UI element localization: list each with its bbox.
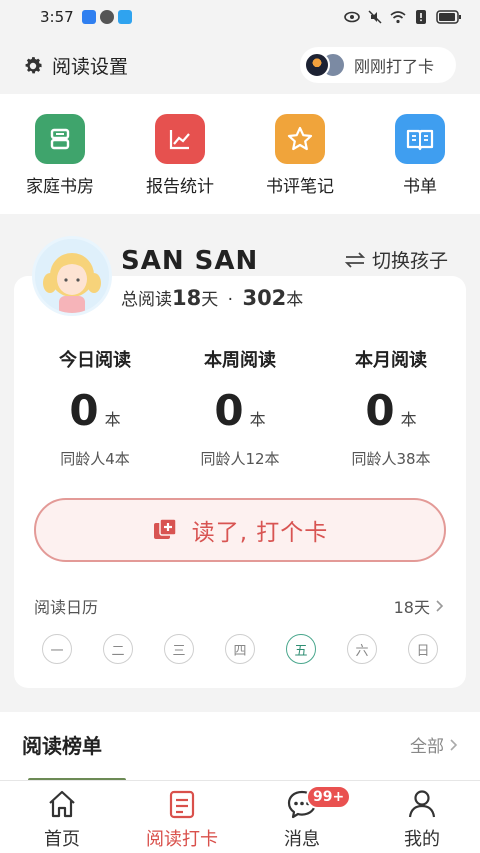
tab-reading-checkin[interactable]: 阅读打卡 <box>122 787 242 851</box>
quick-action-label: 书单 <box>403 177 437 197</box>
tab-label: 消息 <box>284 829 320 850</box>
alert-icon <box>416 10 426 24</box>
checkin-avatars <box>304 50 348 80</box>
stat-label: 本周阅读 <box>204 350 276 371</box>
battery-icon <box>436 10 461 24</box>
switch-child-button[interactable]: 切换孩子 <box>344 246 448 273</box>
calendar-day-tue[interactable]: 二 <box>103 634 133 664</box>
tab-label: 我的 <box>404 829 440 850</box>
profile-icon <box>408 790 436 818</box>
notification-icons <box>81 10 132 24</box>
quick-action-label: 书评笔记 <box>266 177 334 197</box>
calendar-week: 一 二 三 四 五 六 日 <box>42 634 438 664</box>
calendar-day-mon[interactable]: 一 <box>42 634 72 664</box>
eye-icon <box>344 11 360 23</box>
calendar-day-wed[interactable]: 三 <box>164 634 194 664</box>
open-book-icon <box>395 114 445 164</box>
stat-today: 今日阅读 0本 同龄人4本 <box>20 346 170 469</box>
stat-label: 本月阅读 <box>355 350 427 371</box>
status-bar: 3:57 <box>0 0 480 34</box>
quick-actions: 家庭书房 报告统计 书评笔记 书单 <box>0 94 480 214</box>
stat-unit: 本 <box>400 410 417 429</box>
reading-stats-card: 今日阅读 0本 同龄人4本 本周阅读 0本 同龄人12本 本月阅读 0本 同龄人… <box>14 276 466 688</box>
stat-unit: 本 <box>104 410 121 429</box>
stat-peer: 同龄人12本 <box>200 450 280 468</box>
stat-peer: 同龄人38本 <box>351 450 431 468</box>
quick-action-family-library[interactable]: 家庭书房 <box>10 114 110 197</box>
stat-value: 0 <box>214 386 244 435</box>
browser-notification-icon <box>117 10 132 24</box>
tab-home[interactable]: 首页 <box>2 787 122 851</box>
gear-icon <box>25 56 42 73</box>
total-days: 18 <box>172 286 202 310</box>
tab-label: 首页 <box>44 829 80 850</box>
app-notification-icon <box>81 10 96 24</box>
child-name: SAN SAN <box>121 246 259 276</box>
stat-value: 0 <box>69 386 99 435</box>
stat-month: 本月阅读 0本 同龄人38本 <box>316 346 466 469</box>
quick-action-report[interactable]: 报告统计 <box>130 114 230 197</box>
stat-peer: 同龄人4本 <box>60 450 130 468</box>
stat-unit: 本 <box>249 410 266 429</box>
quick-action-label: 报告统计 <box>146 177 214 197</box>
chart-icon <box>155 114 205 164</box>
status-time: 3:57 <box>40 8 74 26</box>
books-unit: 本 <box>286 290 304 310</box>
chevron-right-icon <box>436 600 444 612</box>
quick-action-review-notes[interactable]: 书评笔记 <box>250 114 350 197</box>
switch-child-label: 切换孩子 <box>371 250 448 272</box>
reading-checkin-icon <box>169 790 195 819</box>
chevron-right-icon <box>450 738 458 751</box>
total-books: 302 <box>242 286 287 310</box>
separator: · <box>227 290 234 310</box>
stat-value: 0 <box>365 386 395 435</box>
wifi-icon <box>390 11 406 24</box>
avatar <box>304 52 330 78</box>
calendar-day-sun[interactable]: 日 <box>408 634 438 664</box>
stat-label: 今日阅读 <box>59 350 131 371</box>
star-icon <box>275 114 325 164</box>
reading-settings-button[interactable]: 阅读设置 <box>22 52 128 79</box>
recent-checkin-text: 刚刚打了卡 <box>354 57 435 76</box>
tab-label: 阅读打卡 <box>146 829 218 850</box>
total-reading-summary: 总阅读18天 · 302本 <box>121 285 303 310</box>
calendar-day-thu[interactable]: 四 <box>225 634 255 664</box>
system-icons <box>344 10 462 24</box>
swap-icon <box>344 251 366 268</box>
checkin-button-label: 读了, 打个卡 <box>191 520 329 546</box>
ranking-all-link[interactable]: 全部 <box>410 732 458 757</box>
chat-notification-icon <box>99 10 114 24</box>
bottom-nav: 首页 阅读打卡 99+ 消息 我的 <box>0 780 480 853</box>
calendar-day-fri[interactable]: 五 <box>286 634 316 664</box>
days-unit: 天 <box>201 290 219 310</box>
checkin-button[interactable]: 读了, 打个卡 <box>34 498 446 562</box>
reading-calendar-label: 阅读日历 <box>34 598 99 617</box>
quick-action-label: 家庭书房 <box>26 177 94 197</box>
home-icon <box>49 790 75 818</box>
calendar-days: 18天 <box>393 598 430 617</box>
ranking-all-label: 全部 <box>410 737 444 757</box>
ranking-title: 阅读榜单 <box>22 734 102 758</box>
tab-messages[interactable]: 99+ 消息 <box>242 785 362 851</box>
header: 阅读设置 刚刚打了卡 <box>0 34 480 94</box>
child-avatar[interactable] <box>32 236 112 316</box>
add-note-icon <box>153 518 177 539</box>
bookshelf-icon <box>35 114 85 164</box>
calendar-day-sat[interactable]: 六 <box>347 634 377 664</box>
recent-checkin-pill[interactable]: 刚刚打了卡 <box>300 47 456 83</box>
stat-week: 本周阅读 0本 同龄人12本 <box>165 346 315 469</box>
total-prefix: 总阅读 <box>121 290 172 310</box>
tab-profile[interactable]: 我的 <box>362 787 480 851</box>
reading-calendar-link[interactable]: 18天 <box>394 594 444 618</box>
mute-icon <box>368 10 382 24</box>
reading-settings-label: 阅读设置 <box>52 56 129 78</box>
quick-action-booklist[interactable]: 书单 <box>370 114 470 197</box>
reading-ranking: 阅读榜单 全部 <box>0 712 480 782</box>
unread-badge: 99+ <box>306 785 352 809</box>
